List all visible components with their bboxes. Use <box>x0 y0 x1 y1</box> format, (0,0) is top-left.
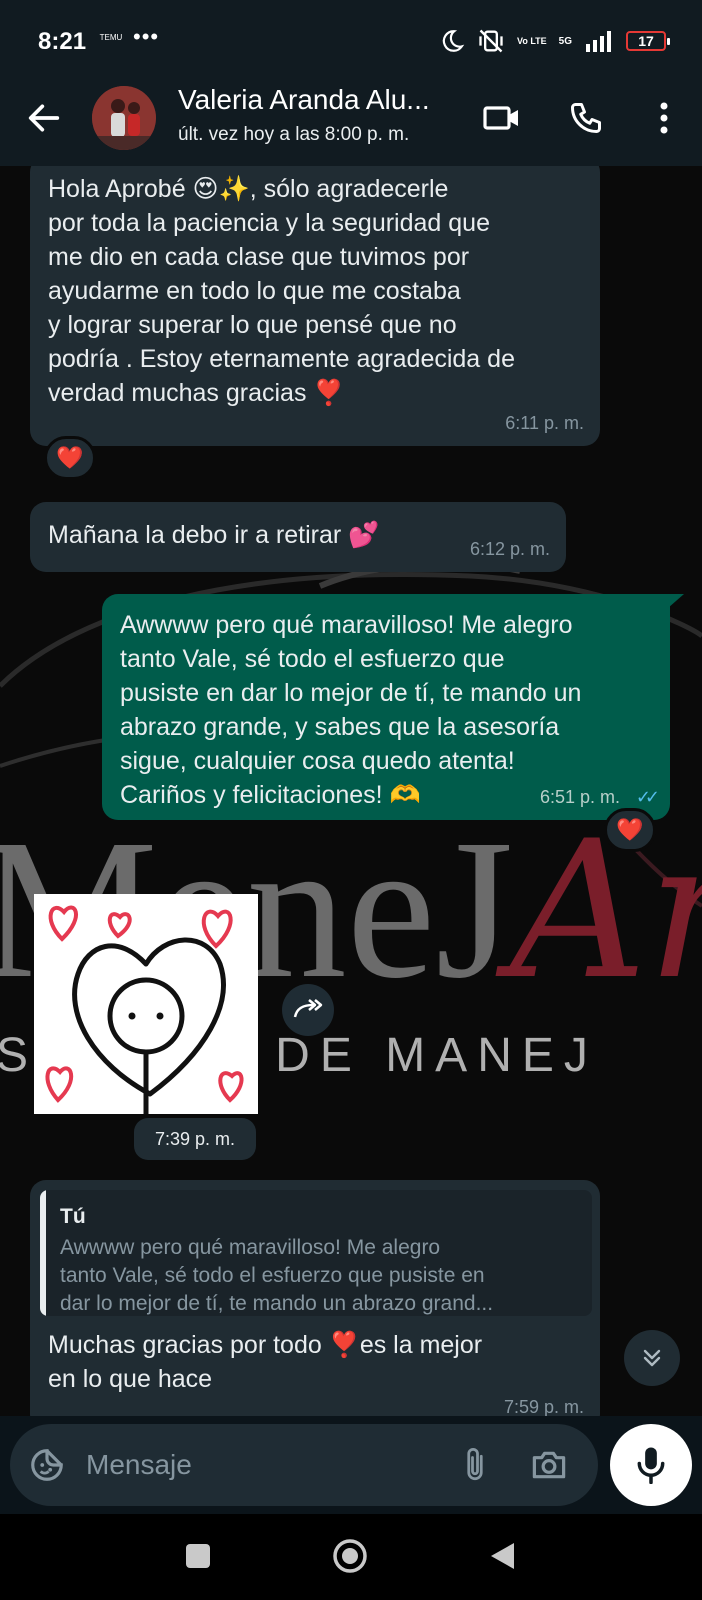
message-line: pusiste en dar lo mejor de tí, te mando … <box>120 679 582 707</box>
battery-icon: 17 <box>626 31 670 51</box>
incoming-message[interactable]: Hola Aprobé 😍✨, sólo agradecerle por tod… <box>30 166 600 446</box>
message-text: Muchas gracias por todo ❣️es la mejor en… <box>48 1328 588 1396</box>
camera-button[interactable] <box>528 1444 570 1486</box>
message-composer[interactable] <box>10 1424 598 1506</box>
voice-message-button[interactable] <box>610 1424 692 1506</box>
more-notifications-icon: ••• <box>133 24 160 49</box>
message-line: sigue, cualquier cosa quedo atenta! <box>120 747 515 775</box>
quote-line: tanto Vale, sé todo el esfuerzo que pusi… <box>60 1264 485 1287</box>
attach-button[interactable] <box>454 1444 496 1486</box>
message-reaction[interactable]: ❤️ <box>604 808 656 852</box>
circle-icon <box>333 1539 367 1573</box>
reaction-heart-icon: ❤️ <box>616 817 644 842</box>
phone-icon <box>571 103 601 133</box>
incoming-message[interactable]: Mañana la debo ir a retirar 💕 6:12 p. m. <box>30 502 566 572</box>
message-list[interactable]: MeneJ Art S TICAS DE MANEJ Hola Aprobé 😍… <box>0 166 702 1416</box>
status-time: 8:21 <box>38 28 87 55</box>
wallpaper-brand-red: Art <box>495 800 702 1021</box>
more-vertical-icon <box>660 102 668 134</box>
bubble-tail <box>668 594 684 608</box>
message-line: Muchas gracias por todo ❣️es la mejor <box>48 1331 483 1359</box>
signal-icon <box>586 31 611 52</box>
network-type: 5G <box>558 35 572 47</box>
sticker-message[interactable] <box>34 894 258 1114</box>
message-time: 6:51 p. m. <box>539 787 620 807</box>
reaction-heart-icon: ❤️ <box>56 445 84 470</box>
message-line: ayudarme en todo lo que me costaba <box>48 277 461 305</box>
message-line: por toda la paciencia y la seguridad que <box>48 209 490 237</box>
scroll-to-bottom-button[interactable] <box>624 1330 680 1386</box>
quote-author: Tú <box>60 1205 86 1228</box>
vibrate-off-icon <box>479 29 503 53</box>
square-icon <box>186 1544 210 1568</box>
incoming-reply-message[interactable]: Tú Awwww pero qué maravilloso! Me alegro… <box>30 1180 600 1416</box>
message-line: verdad muchas gracias ❣️ <box>48 379 345 407</box>
message-line: abrazo grande, y sabes que la asesoría <box>120 713 560 741</box>
sticker-smiley-icon <box>31 1449 63 1481</box>
volte-icon: Vo LTE <box>516 36 547 46</box>
status-icons: Vo LTE 5G 17 <box>439 26 670 56</box>
contact-avatar[interactable] <box>92 86 156 150</box>
message-line: y lograr superar lo que pensé que no <box>48 311 457 339</box>
forward-button[interactable] <box>282 984 334 1036</box>
chat-header: Valeria Aranda Alu... últ. vez hoy a las… <box>0 82 702 166</box>
arrow-left-icon <box>28 104 60 132</box>
triangle-back-icon <box>491 1543 514 1569</box>
quote-text: Awwww pero qué maravilloso! Me alegro ta… <box>60 1234 584 1316</box>
back-nav-button[interactable] <box>480 1534 524 1578</box>
camera-icon <box>532 1451 566 1479</box>
status-bar: 8:21 TEMU ••• Vo LTE 5G 17 <box>0 0 702 82</box>
temu-notification-icon: TEMU <box>99 33 123 42</box>
message-line: me dio en cada clase que tuvimos por <box>48 243 470 271</box>
message-line: Hola Aprobé 😍✨, sólo agradecerle <box>48 175 449 203</box>
back-button[interactable] <box>24 98 64 138</box>
message-line: Awwww pero qué maravilloso! Me alegro <box>120 611 573 639</box>
outgoing-message[interactable]: Awwww pero qué maravilloso! Me alegro ta… <box>102 594 670 820</box>
microphone-icon <box>637 1447 665 1484</box>
paperclip-icon <box>467 1448 483 1481</box>
recent-apps-button[interactable] <box>176 1534 220 1578</box>
menu-button[interactable] <box>642 96 686 140</box>
avatar-photo <box>92 86 156 150</box>
sticker-time: 7:39 p. m. <box>134 1118 256 1160</box>
home-button[interactable] <box>328 1534 372 1578</box>
message-line: podría . Estoy eternamente agradecida de <box>48 345 515 373</box>
message-line: tanto Vale, sé todo el esfuerzo que <box>120 645 505 673</box>
message-text: Hola Aprobé 😍✨, sólo agradecerle por tod… <box>48 172 588 410</box>
quote-line: Awwww pero qué maravilloso! Me alegro <box>60 1236 441 1259</box>
emoji-sticker-button[interactable] <box>26 1444 68 1486</box>
voice-call-button[interactable] <box>564 96 608 140</box>
quote-line: dar lo mejor de tí, te mando un abrazo g… <box>60 1292 494 1315</box>
message-text: Mañana la debo ir a retirar 💕 <box>48 521 380 549</box>
chevron-double-down-icon <box>643 1349 661 1367</box>
last-seen-status: últ. vez hoy a las 8:00 p. m. <box>178 124 410 145</box>
system-navigation-bar <box>0 1514 702 1600</box>
quote-bar <box>40 1190 46 1316</box>
forward-icon <box>293 999 323 1018</box>
message-input[interactable] <box>86 1442 426 1488</box>
message-time: 7:59 p. m. <box>503 1397 584 1416</box>
message-reaction[interactable]: ❤️ <box>44 436 96 480</box>
battery-level: 17 <box>638 33 654 49</box>
video-call-button[interactable] <box>480 96 524 140</box>
quoted-message[interactable]: Tú Awwww pero qué maravilloso! Me alegro… <box>40 1190 592 1316</box>
contact-name[interactable]: Valeria Aranda Alu... <box>178 84 460 116</box>
video-camera-icon <box>483 106 518 130</box>
heart-face-sticker <box>45 905 244 1114</box>
message-time: 6:11 p. m. <box>505 413 584 433</box>
message-time: 6:12 p. m. <box>469 539 550 559</box>
moon-icon <box>442 30 465 52</box>
